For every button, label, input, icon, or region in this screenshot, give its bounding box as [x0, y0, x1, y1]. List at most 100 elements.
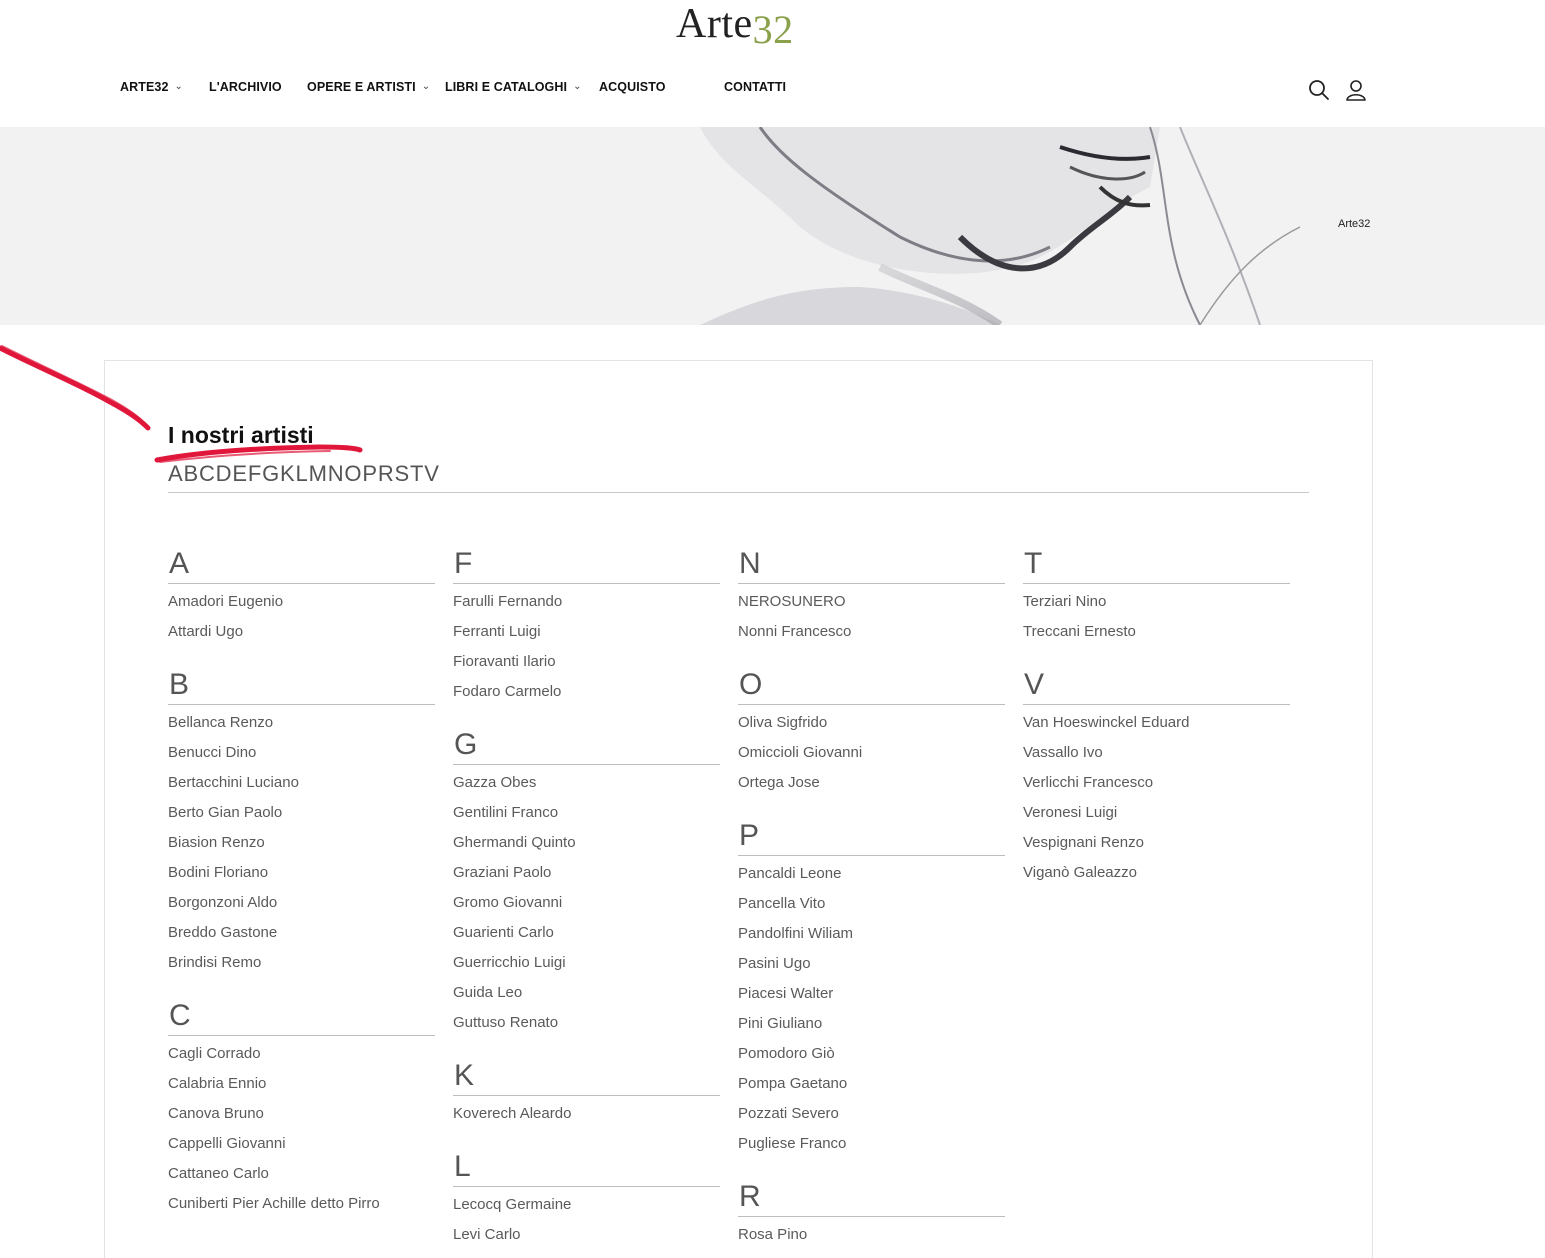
artist-link[interactable]: Pomodoro Giò [738, 1044, 1005, 1074]
artist-link[interactable]: Terziari Nino [1023, 592, 1290, 622]
alphabet-link-l[interactable]: L [296, 461, 309, 487]
site-logo[interactable]: Arte32 [676, 0, 794, 52]
artist-link[interactable]: Pancaldi Leone [738, 864, 1005, 894]
artist-link[interactable]: Gromo Giovanni [453, 893, 720, 923]
artist-link[interactable]: Farulli Fernando [453, 592, 720, 622]
artist-link[interactable]: Attardi Ugo [168, 622, 435, 652]
letter-section-a: A Amadori Eugenio Attardi Ugo [168, 546, 435, 652]
artist-link[interactable]: Bellanca Renzo [168, 713, 435, 743]
artist-column-2: F Farulli Fernando Ferranti Luigi Fioravant… [453, 546, 720, 1258]
artist-link[interactable]: Pasini Ugo [738, 954, 1005, 984]
artist-link[interactable]: Biasion Renzo [168, 833, 435, 863]
alphabet-link-d[interactable]: D [216, 461, 233, 487]
alphabet-link-e[interactable]: E [232, 461, 247, 487]
artist-link[interactable]: Van Hoeswinckel Eduard [1023, 713, 1290, 743]
artist-link[interactable]: Borgonzoni Aldo [168, 893, 435, 923]
section-letter-heading: V [1023, 667, 1290, 705]
artist-link[interactable]: Levi Carlo [453, 1225, 720, 1255]
artist-link[interactable]: Canova Bruno [168, 1104, 435, 1134]
letter-section-r: R Rosa Pino [738, 1179, 1005, 1255]
alphabet-link-t[interactable]: T [410, 461, 424, 487]
alphabet-link-v[interactable]: V [424, 461, 439, 487]
artist-link[interactable]: Pini Giuliano [738, 1014, 1005, 1044]
artist-link[interactable]: Bertacchini Luciano [168, 773, 435, 803]
artist-link[interactable]: Rosa Pino [738, 1225, 1005, 1255]
artist-link[interactable]: Guttuso Renato [453, 1013, 720, 1043]
artist-link[interactable]: Vassallo Ivo [1023, 743, 1290, 773]
artist-link[interactable]: Ferranti Luigi [453, 622, 720, 652]
nav-item-libri-cataloghi[interactable]: LIBRI E CATALOGHI ⌄ [445, 80, 582, 94]
artist-link[interactable]: NEROSUNERO [738, 592, 1005, 622]
artist-link[interactable]: Guerricchio Luigi [453, 953, 720, 983]
artist-link[interactable]: Verlicchi Francesco [1023, 773, 1290, 803]
artist-link[interactable]: Breddo Gastone [168, 923, 435, 953]
artist-link[interactable]: Fodaro Carmelo [453, 682, 720, 712]
nav-item-contatti[interactable]: CONTATTI [724, 80, 786, 94]
alphabet-link-n[interactable]: N [328, 461, 345, 487]
artist-link[interactable]: Nonni Francesco [738, 622, 1005, 652]
alphabet-link-p[interactable]: P [362, 461, 377, 487]
artist-link[interactable]: Amadori Eugenio [168, 592, 435, 622]
nav-item-acquisto[interactable]: ACQUISTO [599, 80, 666, 94]
user-icon[interactable] [1344, 78, 1368, 102]
alphabet-link-s[interactable]: S [395, 461, 410, 487]
chevron-down-icon: ⌄ [174, 80, 184, 92]
artist-link[interactable]: Gentilini Franco [453, 803, 720, 833]
artist-column-3: N NEROSUNERO Nonni Francesco O Oliva Sigfrid… [738, 546, 1005, 1258]
section-letter-heading: K [453, 1058, 720, 1096]
artist-link[interactable]: Vespignani Renzo [1023, 833, 1290, 863]
artist-link[interactable]: Calabria Ennio [168, 1074, 435, 1104]
logo-number: 32 [752, 7, 794, 52]
page-title: I nostri artisti [168, 422, 314, 448]
alphabet-link-r[interactable]: R [378, 461, 395, 487]
nav-item-arte32[interactable]: ARTE32 ⌄ [120, 80, 183, 94]
nav-item-archivio[interactable]: L'ARCHIVIO [209, 80, 282, 94]
breadcrumb[interactable]: Arte32 [1338, 218, 1370, 230]
artist-link[interactable]: Oliva Sigfrido [738, 713, 1005, 743]
artist-link[interactable]: Koverech Aleardo [453, 1104, 720, 1134]
alphabet-link-g[interactable]: G [262, 461, 280, 487]
artist-link[interactable]: Pompa Gaetano [738, 1074, 1005, 1104]
artist-list: Van Hoeswinckel Eduard Vassallo Ivo Verlic… [1023, 705, 1290, 893]
artist-link[interactable]: Ghermandi Quinto [453, 833, 720, 863]
artist-link[interactable]: Viganò Galeazzo [1023, 863, 1290, 893]
alphabet-link-k[interactable]: K [280, 461, 295, 487]
artist-link[interactable]: Omiccioli Giovanni [738, 743, 1005, 773]
artist-link[interactable]: Berto Gian Paolo [168, 803, 435, 833]
artist-link[interactable]: Guida Leo [453, 983, 720, 1013]
artist-link[interactable]: Benucci Dino [168, 743, 435, 773]
artist-link[interactable]: Cattaneo Carlo [168, 1164, 435, 1194]
artist-link[interactable]: Pandolfini Wiliam [738, 924, 1005, 954]
alphabet-link-a[interactable]: A [168, 461, 183, 487]
artist-link[interactable]: Cagli Corrado [168, 1044, 435, 1074]
artist-link[interactable]: Gazza Obes [453, 773, 720, 803]
divider [168, 492, 1309, 493]
artist-link[interactable]: Brindisi Remo [168, 953, 435, 983]
artist-link[interactable]: Graziani Paolo [453, 863, 720, 893]
artist-link[interactable]: Treccani Ernesto [1023, 622, 1290, 652]
letter-section-g: G Gazza Obes Gentilini Franco Ghermandi Qui… [453, 727, 720, 1043]
artist-link[interactable]: Cappelli Giovanni [168, 1134, 435, 1164]
search-icon[interactable] [1307, 78, 1331, 102]
artist-link[interactable]: Veronesi Luigi [1023, 803, 1290, 833]
section-letter-heading: O [738, 667, 1005, 705]
artist-link[interactable]: Ortega Jose [738, 773, 1005, 803]
alphabet-link-m[interactable]: M [309, 461, 328, 487]
artist-link[interactable]: Fioravanti Ilario [453, 652, 720, 682]
alphabet-link-o[interactable]: O [344, 461, 362, 487]
alphabet-link-b[interactable]: B [183, 461, 198, 487]
nav-label: ACQUISTO [599, 80, 666, 94]
alphabet-link-f[interactable]: F [248, 461, 262, 487]
artist-link[interactable]: Guarienti Carlo [453, 923, 720, 953]
section-letter-heading: N [738, 546, 1005, 584]
artist-link[interactable]: Pozzati Severo [738, 1104, 1005, 1134]
artist-link[interactable]: Pancella Vito [738, 894, 1005, 924]
nav-item-opere-artisti[interactable]: OPERE E ARTISTI ⌄ [307, 80, 430, 94]
artist-link[interactable]: Lecocq Germaine [453, 1195, 720, 1225]
artist-link[interactable]: Pugliese Franco [738, 1134, 1005, 1164]
letter-section-n: N NEROSUNERO Nonni Francesco [738, 546, 1005, 652]
artist-link[interactable]: Piacesi Walter [738, 984, 1005, 1014]
artist-link[interactable]: Bodini Floriano [168, 863, 435, 893]
alphabet-link-c[interactable]: C [199, 461, 216, 487]
artist-link[interactable]: Cuniberti Pier Achille detto Pirro [168, 1194, 435, 1224]
